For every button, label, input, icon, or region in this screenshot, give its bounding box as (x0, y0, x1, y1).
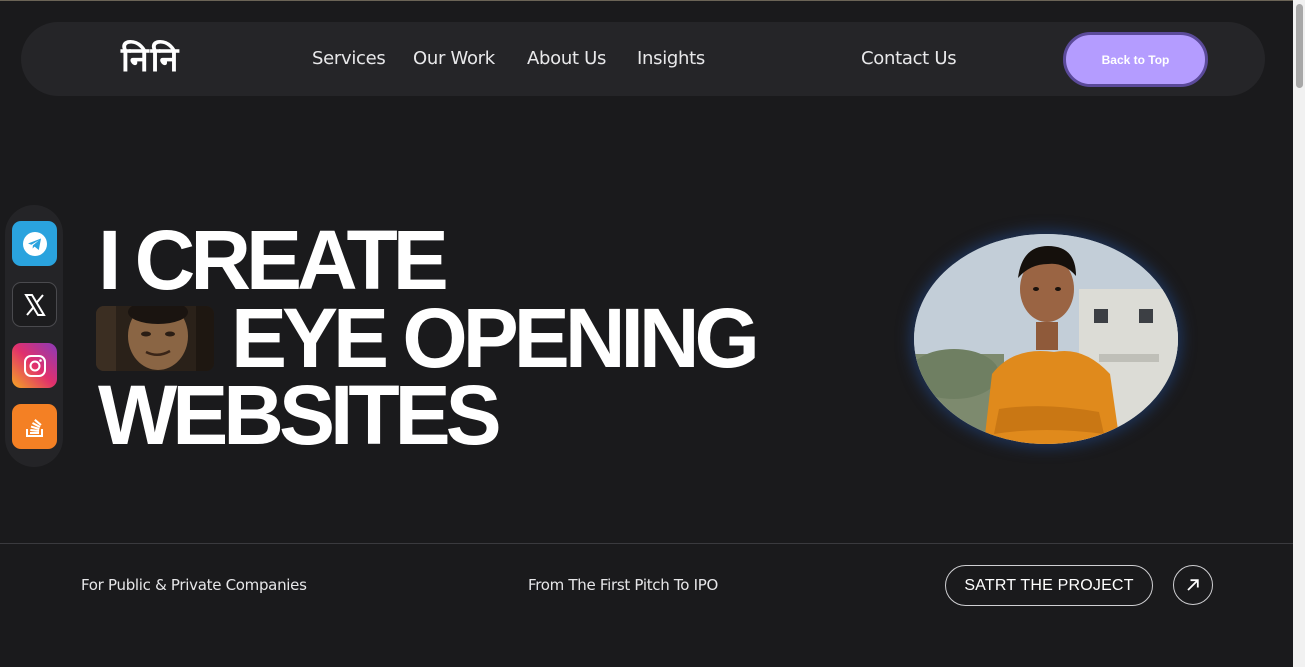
hero-line-2: EYE OPENING (231, 291, 760, 385)
hero-thumbnail-image (96, 306, 214, 371)
top-nav: निनि Services Our Work About Us Insights… (21, 22, 1265, 96)
x-icon (23, 293, 46, 316)
start-project-arrow-button[interactable] (1173, 565, 1213, 605)
telegram-link[interactable] (12, 221, 57, 266)
x-link[interactable] (12, 282, 57, 327)
back-to-top-button[interactable]: Back to Top (1063, 32, 1208, 87)
arrow-up-right-icon (1187, 579, 1199, 591)
hero-line-3: WEBSITES (98, 368, 502, 462)
nav-link-insights[interactable]: Insights (637, 48, 705, 70)
scrollbar-thumb[interactable] (1296, 4, 1303, 88)
start-project-button[interactable]: SATRT THE PROJECT (945, 565, 1153, 606)
telegram-icon (22, 231, 47, 256)
site-logo[interactable]: निनि (121, 40, 180, 80)
hero-line-1: I CREATE (98, 213, 449, 307)
instagram-link[interactable] (12, 343, 57, 388)
nav-link-about-us[interactable]: About Us (527, 48, 606, 70)
window-top-edge (0, 0, 1293, 1)
instagram-icon (23, 354, 46, 377)
tagline-middle: From The First Pitch To IPO (528, 576, 718, 594)
nav-link-contact-us[interactable]: Contact Us (861, 48, 957, 70)
nav-link-our-work[interactable]: Our Work (413, 48, 495, 70)
profile-photo (914, 234, 1178, 444)
nav-link-services[interactable]: Services (312, 48, 386, 70)
page-scrollbar[interactable] (1293, 0, 1305, 667)
tagline-left: For Public & Private Companies (81, 576, 307, 594)
social-rail (5, 205, 63, 467)
section-divider (0, 543, 1293, 544)
stackoverflow-icon (25, 418, 43, 437)
stackoverflow-link[interactable] (12, 404, 57, 449)
